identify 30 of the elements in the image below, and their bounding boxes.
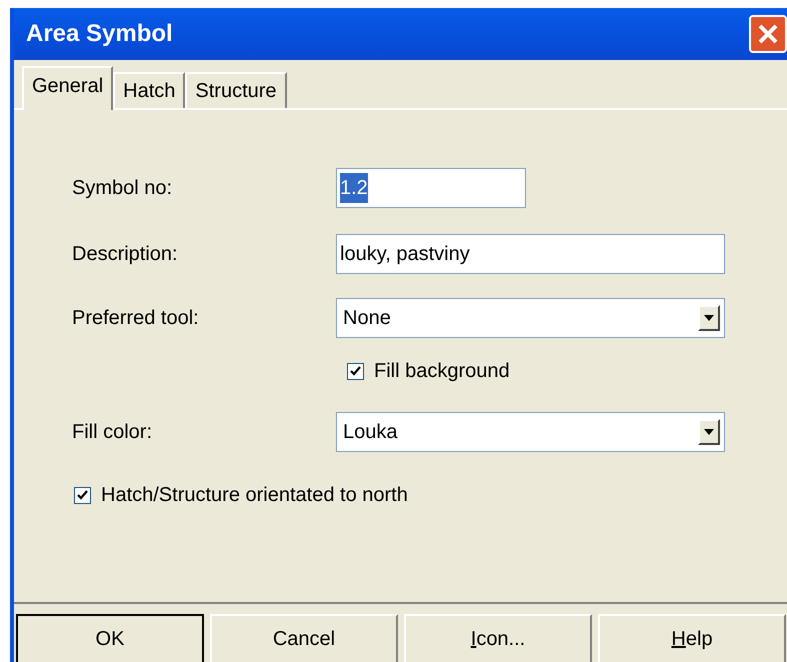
checkbox[interactable] — [74, 486, 91, 504]
dropdown[interactable]: None — [336, 298, 725, 338]
dropdown[interactable]: Louka — [336, 412, 725, 452]
field-label: Fill color: — [71, 420, 154, 445]
caret-icon — [704, 429, 714, 435]
field-label: Description: — [71, 242, 179, 267]
dropdown-arrow-button[interactable] — [698, 419, 720, 445]
dropdown-arrow-button[interactable] — [698, 305, 720, 331]
field-value: 1.2 — [340, 173, 368, 203]
caret-icon — [704, 315, 714, 321]
close-icon — [757, 23, 779, 45]
checkbox-label: Fill background — [374, 359, 510, 384]
field-label: Symbol no: — [71, 176, 174, 201]
tab[interactable]: Hatch — [113, 72, 186, 108]
checkbox[interactable] — [347, 362, 364, 380]
checkmark-icon — [77, 490, 88, 500]
tab[interactable]: Structure — [185, 72, 287, 108]
dialog-button[interactable]: OK — [16, 614, 204, 662]
window-title: Area Symbol — [26, 19, 173, 49]
input-field[interactable]: 1.2 — [336, 168, 526, 208]
field-label: Preferred tool: — [71, 306, 200, 331]
checkmark-icon — [350, 366, 361, 376]
tab[interactable]: General — [22, 66, 114, 110]
input-field[interactable]: louky, pastviny — [336, 234, 725, 274]
close-button[interactable] — [749, 15, 787, 53]
dialog-button[interactable]: Cancel — [210, 614, 398, 662]
dialog-button[interactable]: Help — [598, 614, 786, 662]
field-value: louky, pastviny — [340, 242, 470, 267]
dialog-button[interactable]: Icon... — [404, 614, 592, 662]
checkbox-label: Hatch/Structure orientated to north — [101, 483, 408, 508]
